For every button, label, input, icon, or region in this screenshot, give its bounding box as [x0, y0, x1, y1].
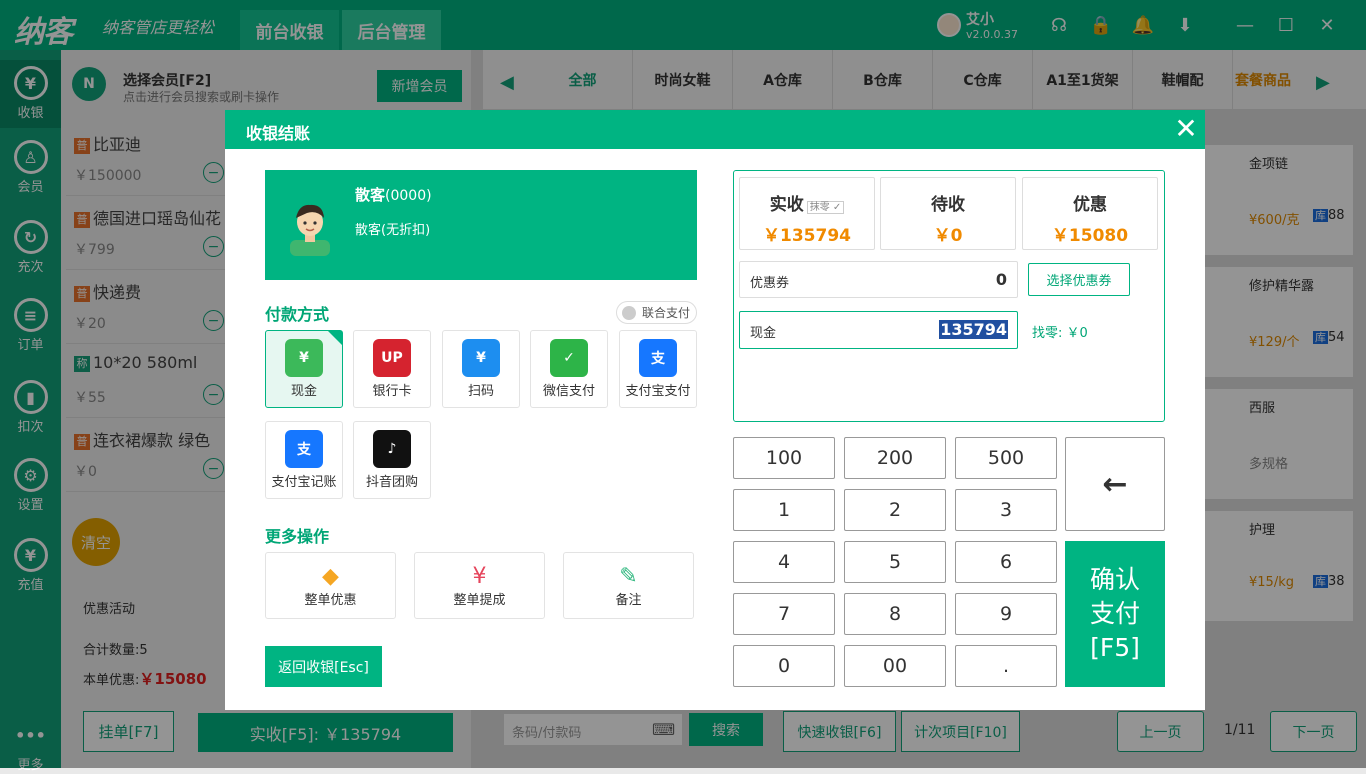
- toggle-knob-icon: [622, 305, 636, 320]
- payment-label: 微信支付: [542, 384, 595, 399]
- keypad-key[interactable]: 3: [955, 489, 1057, 531]
- customer-discount: 散客(无折扣): [355, 223, 431, 238]
- change-text: 找零: ￥0: [1032, 326, 1088, 341]
- confirm-line-1: 确认: [1089, 565, 1140, 594]
- confirm-line-2: 支付: [1089, 599, 1140, 628]
- payment-label: 抖音团购: [365, 475, 418, 490]
- customer-avatar-icon: [287, 198, 333, 256]
- keypad-key[interactable]: 500: [955, 437, 1057, 479]
- combo-pay-toggle[interactable]: 联合支付: [616, 301, 697, 324]
- payment-option[interactable]: 支支付宝支付: [619, 330, 697, 408]
- more-action-label: 整单优惠: [304, 592, 357, 608]
- more-action-icon: ✎: [619, 563, 638, 589]
- more-action-icon: ¥: [472, 563, 487, 589]
- select-coupon-button[interactable]: 选择优惠券: [1028, 263, 1130, 296]
- confirm-line-3: [F5]: [1090, 633, 1140, 662]
- received-label: 实收: [769, 195, 804, 215]
- payment-icon: ✓: [550, 339, 588, 377]
- more-action-label: 备注: [615, 592, 642, 608]
- more-action-button[interactable]: ¥ 整单提成: [414, 552, 545, 619]
- coupon-value: 0: [995, 270, 1007, 289]
- discount-stat: 优惠 ￥15080: [1022, 177, 1158, 250]
- pending-stat: 待收 ￥0: [880, 177, 1016, 250]
- keypad-key[interactable]: 7: [733, 593, 835, 635]
- payment-option[interactable]: ✓ 微信支付: [530, 330, 608, 408]
- payment-label: 扫码: [467, 384, 494, 399]
- customer-name: 散客: [355, 186, 386, 204]
- coupon-label: 优惠券: [750, 276, 790, 291]
- selected-corner-icon: [328, 331, 342, 345]
- payment-icon: 支: [639, 339, 677, 377]
- round-off-checkbox[interactable]: 抹零 ✓: [806, 201, 845, 214]
- keypad-key[interactable]: .: [955, 645, 1057, 687]
- keypad-key[interactable]: 2: [844, 489, 946, 531]
- payment-option[interactable]: ¥ 扫码: [442, 330, 520, 408]
- payment-icon: ¥: [462, 339, 500, 377]
- more-action-label: 整单提成: [453, 592, 506, 608]
- payment-label: 现金: [290, 384, 317, 399]
- combo-pay-label: 联合支付: [642, 306, 691, 320]
- keypad-key[interactable]: 5: [844, 541, 946, 583]
- more-action-button[interactable]: ✎ 备注: [563, 552, 694, 619]
- modal-close-icon[interactable]: ✕: [1174, 114, 1198, 144]
- more-action-button[interactable]: ◆ 整单优惠: [265, 552, 396, 619]
- payment-icon: 支: [285, 430, 323, 468]
- keypad-key[interactable]: 8: [844, 593, 946, 635]
- keypad-key[interactable]: 4: [733, 541, 835, 583]
- confirm-pay-button[interactable]: 确认 支付 [F5]: [1065, 541, 1165, 687]
- keypad-key[interactable]: 0: [733, 645, 835, 687]
- back-to-cashier-button[interactable]: 返回收银[Esc]: [265, 646, 382, 687]
- keypad-key[interactable]: 6: [955, 541, 1057, 583]
- keypad-key[interactable]: 100: [733, 437, 835, 479]
- keypad-key[interactable]: 200: [844, 437, 946, 479]
- payment-icon: ♪: [373, 430, 411, 468]
- payment-icon: UP: [373, 339, 411, 377]
- payment-label: 银行卡: [372, 384, 412, 399]
- payment-method-title: 付款方式: [265, 305, 330, 324]
- modal-title: 收银结账: [225, 110, 1205, 149]
- discount-stat-label: 优惠: [1073, 195, 1107, 215]
- backspace-key[interactable]: ←: [1065, 437, 1165, 531]
- keypad-key[interactable]: 9: [955, 593, 1057, 635]
- received-value: ￥135794: [763, 226, 851, 246]
- payment-option[interactable]: UP 银行卡: [353, 330, 431, 408]
- keypad-key[interactable]: 1: [733, 489, 835, 531]
- coupon-field[interactable]: 优惠券 0: [739, 261, 1018, 298]
- payment-option[interactable]: ¥ 现金: [265, 330, 343, 408]
- customer-card: 散客(0000) 散客(无折扣): [265, 170, 697, 280]
- payment-label: 支付宝记账: [271, 475, 337, 490]
- more-action-icon: ◆: [322, 563, 339, 589]
- received-stat: 实收 抹零 ✓ ￥135794: [739, 177, 875, 250]
- cash-value[interactable]: 135794: [939, 320, 1008, 339]
- payment-label: 支付宝支付: [625, 384, 691, 399]
- cash-input[interactable]: 现金 135794: [739, 311, 1018, 349]
- cash-label: 现金: [750, 326, 777, 341]
- keypad-key[interactable]: 00: [844, 645, 946, 687]
- payment-icon: ¥: [285, 339, 323, 377]
- pending-label: 待收: [931, 195, 965, 215]
- payment-option[interactable]: 支支付宝记账: [265, 421, 343, 499]
- payment-option[interactable]: ♪ 抖音团购: [353, 421, 431, 499]
- pending-value: ￥0: [933, 226, 963, 246]
- customer-code: (0000): [385, 188, 432, 204]
- discount-stat-value: ￥15080: [1051, 226, 1129, 246]
- more-actions-title: 更多操作: [265, 527, 330, 546]
